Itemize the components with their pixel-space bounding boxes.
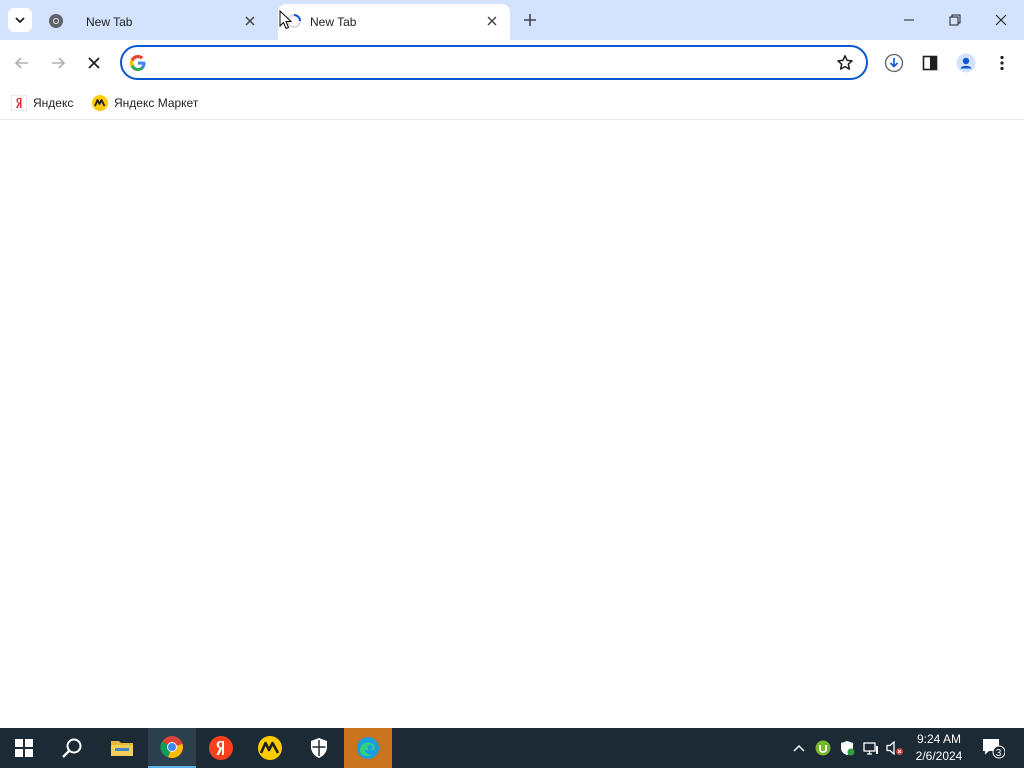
side-panel-icon <box>922 55 938 71</box>
yandex-icon <box>209 736 233 760</box>
close-icon <box>995 14 1007 26</box>
windows-security-button[interactable] <box>295 728 343 768</box>
arrow-left-icon <box>14 57 28 69</box>
loading-spinner-icon <box>287 14 301 28</box>
restore-icon <box>949 14 961 26</box>
clock-time: 9:24 AM <box>916 732 962 746</box>
bookmark-label: Яндекс Маркет <box>114 96 199 110</box>
back-button[interactable] <box>6 47 38 79</box>
tab-title: New Tab <box>86 15 133 29</box>
tab-title: New Tab <box>310 15 357 29</box>
bookmarks-bar: Яндекс Яндекс Маркет <box>0 86 1024 120</box>
avatar-icon <box>956 53 976 73</box>
clock-date: 2/6/2024 <box>915 749 963 763</box>
shield-check-icon <box>841 741 855 756</box>
minimize-icon <box>904 19 914 21</box>
action-center-button[interactable]: 3 <box>978 728 1008 768</box>
taskbar-clock[interactable]: 9:24 AM 2/6/2024 <box>908 731 970 765</box>
notification-count: 3 <box>995 748 1002 759</box>
tab-search-button[interactable] <box>8 8 32 32</box>
search-icon <box>62 738 82 758</box>
shield-icon <box>311 738 327 758</box>
bookmark-yandex[interactable]: Яндекс <box>11 93 73 113</box>
address-bar[interactable] <box>120 45 868 80</box>
profile-button[interactable] <box>953 50 979 76</box>
volume-tray-icon[interactable] <box>884 728 906 768</box>
chrome-taskbar-button[interactable] <box>148 728 196 768</box>
bookmark-yandex-market[interactable]: Яндекс Маркет <box>92 93 198 113</box>
utorrent-tray-icon[interactable] <box>812 728 834 768</box>
network-icon <box>863 742 878 755</box>
edge-icon <box>357 737 379 759</box>
close-window-button[interactable] <box>978 0 1024 40</box>
volume-muted-icon <box>886 740 903 756</box>
side-panel-button[interactable] <box>917 50 943 76</box>
close-tab-icon[interactable] <box>242 13 258 29</box>
folder-icon <box>111 741 133 756</box>
google-icon <box>130 55 146 71</box>
downloads-button[interactable] <box>881 50 907 76</box>
chevron-up-icon <box>793 744 805 752</box>
taskbar: 9:24 AM 2/6/2024 3 <box>0 728 1024 768</box>
yandex-market-icon <box>92 95 108 111</box>
chevron-down-icon <box>15 17 25 24</box>
file-explorer-button[interactable] <box>98 728 146 768</box>
utorrent-icon <box>815 740 831 756</box>
restore-button[interactable] <box>932 0 978 40</box>
plus-icon <box>524 14 536 26</box>
yandex-icon <box>11 95 27 111</box>
windows-logo-icon <box>15 739 33 757</box>
bookmark-label: Яндекс <box>33 96 74 110</box>
security-tray-icon[interactable] <box>836 728 858 768</box>
stop-loading-button[interactable] <box>78 47 110 79</box>
yandex-market-button[interactable] <box>246 728 294 768</box>
page-content <box>0 121 1024 728</box>
minimize-button[interactable] <box>886 0 932 40</box>
tab-strip: New Tab New Tab <box>0 0 1024 40</box>
forward-button[interactable] <box>42 47 74 79</box>
more-vertical-icon <box>1000 55 1004 71</box>
edge-taskbar-button[interactable] <box>344 728 392 768</box>
yandex-market-icon <box>258 736 282 760</box>
chrome-icon <box>160 736 183 759</box>
chrome-icon <box>49 14 63 28</box>
start-button[interactable] <box>0 728 48 768</box>
close-tab-icon[interactable] <box>484 13 500 29</box>
yandex-browser-button[interactable] <box>197 728 245 768</box>
tab-new-tab-2[interactable]: New Tab <box>278 4 510 40</box>
download-icon <box>884 53 904 73</box>
bookmark-star-icon[interactable] <box>836 54 854 72</box>
arrow-right-icon <box>52 57 66 69</box>
menu-button[interactable] <box>989 50 1015 76</box>
new-tab-button[interactable] <box>520 10 540 30</box>
tab-new-tab-1[interactable]: New Tab <box>38 4 268 40</box>
address-input[interactable] <box>158 53 818 73</box>
show-hidden-icons-button[interactable] <box>788 728 810 768</box>
close-icon <box>88 57 100 69</box>
network-tray-icon[interactable] <box>860 728 882 768</box>
search-button[interactable] <box>48 728 96 768</box>
